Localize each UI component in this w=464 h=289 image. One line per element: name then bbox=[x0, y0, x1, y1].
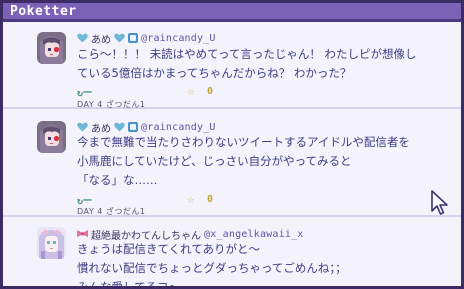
avatar-icon[interactable] bbox=[37, 227, 66, 259]
post-header: あめ @raincandy_U bbox=[77, 31, 216, 46]
post-text: 今まで無難で当たりさわりないツイートするアイドルや配信者を 小馬鹿にしていたけど… bbox=[77, 135, 410, 187]
post-header: あめ @raincandy_U bbox=[77, 120, 216, 135]
display-name: あめ bbox=[91, 34, 111, 46]
retweet-button[interactable]: ↻ー bbox=[77, 84, 187, 99]
heart-icon bbox=[77, 122, 88, 132]
star-icon[interactable]: ☆ bbox=[187, 192, 207, 206]
post-meta: DAY 4 ざつだん1 bbox=[77, 100, 146, 109]
post-actions: ↻ー ☆ 0 bbox=[77, 83, 213, 99]
avatar-icon[interactable] bbox=[37, 121, 66, 153]
post-text: こら～！！！ 未読はやめてって言ったじゃん！ わたしピが想像し ている5億倍はか… bbox=[77, 47, 417, 80]
post-header: 超絶最かわてんしちゃん @x_angelkawaii_x bbox=[77, 227, 304, 242]
post-text: きょうは配信きてくれてありがと～ 慣れない配信でちょっとグダっちゃってごめんね；… bbox=[77, 242, 347, 289]
heart-icon bbox=[114, 122, 125, 132]
retweet-button[interactable]: ↻ー bbox=[77, 192, 187, 207]
user-handle[interactable]: @raincandy_U bbox=[141, 122, 216, 133]
star-icon[interactable]: ☆ bbox=[187, 84, 207, 98]
post-actions: ↻ー ☆ 0 bbox=[77, 191, 213, 207]
user-handle[interactable]: @raincandy_U bbox=[141, 33, 216, 44]
heart-icon bbox=[77, 33, 88, 43]
ribbon-icon bbox=[77, 229, 88, 239]
post-card[interactable]: あめ @raincandy_U こら～！！！ 未読はやめてって言ったじゃん！ わ… bbox=[3, 22, 461, 109]
mouse-cursor-icon bbox=[431, 190, 449, 216]
user-handle[interactable]: @x_angelkawaii_x bbox=[204, 229, 304, 240]
title-bar: Poketter bbox=[3, 3, 461, 22]
verified-badge-icon bbox=[128, 33, 138, 43]
favorite-count: 0 bbox=[207, 85, 214, 97]
heart-icon bbox=[114, 33, 125, 43]
favorite-count: 0 bbox=[207, 193, 214, 205]
post-meta: DAY 4 ざつだん1 bbox=[77, 207, 146, 216]
app-title: Poketter bbox=[10, 4, 77, 19]
verified-badge-icon bbox=[128, 122, 138, 132]
timeline-feed[interactable]: あめ @raincandy_U こら～！！！ 未読はやめてって言ったじゃん！ わ… bbox=[3, 22, 461, 289]
avatar-icon[interactable] bbox=[37, 32, 66, 64]
post-card[interactable]: あめ @raincandy_U 今まで無難で当たりさわりないツイートするアイドル… bbox=[3, 111, 461, 217]
post-card[interactable]: 超絶最かわてんしちゃん @x_angelkawaii_x きょうは配信きてくれて… bbox=[3, 219, 461, 289]
poketter-window: Poketter あめ @raincandy_U こら～！！！ 未読はやめてって… bbox=[0, 0, 464, 289]
